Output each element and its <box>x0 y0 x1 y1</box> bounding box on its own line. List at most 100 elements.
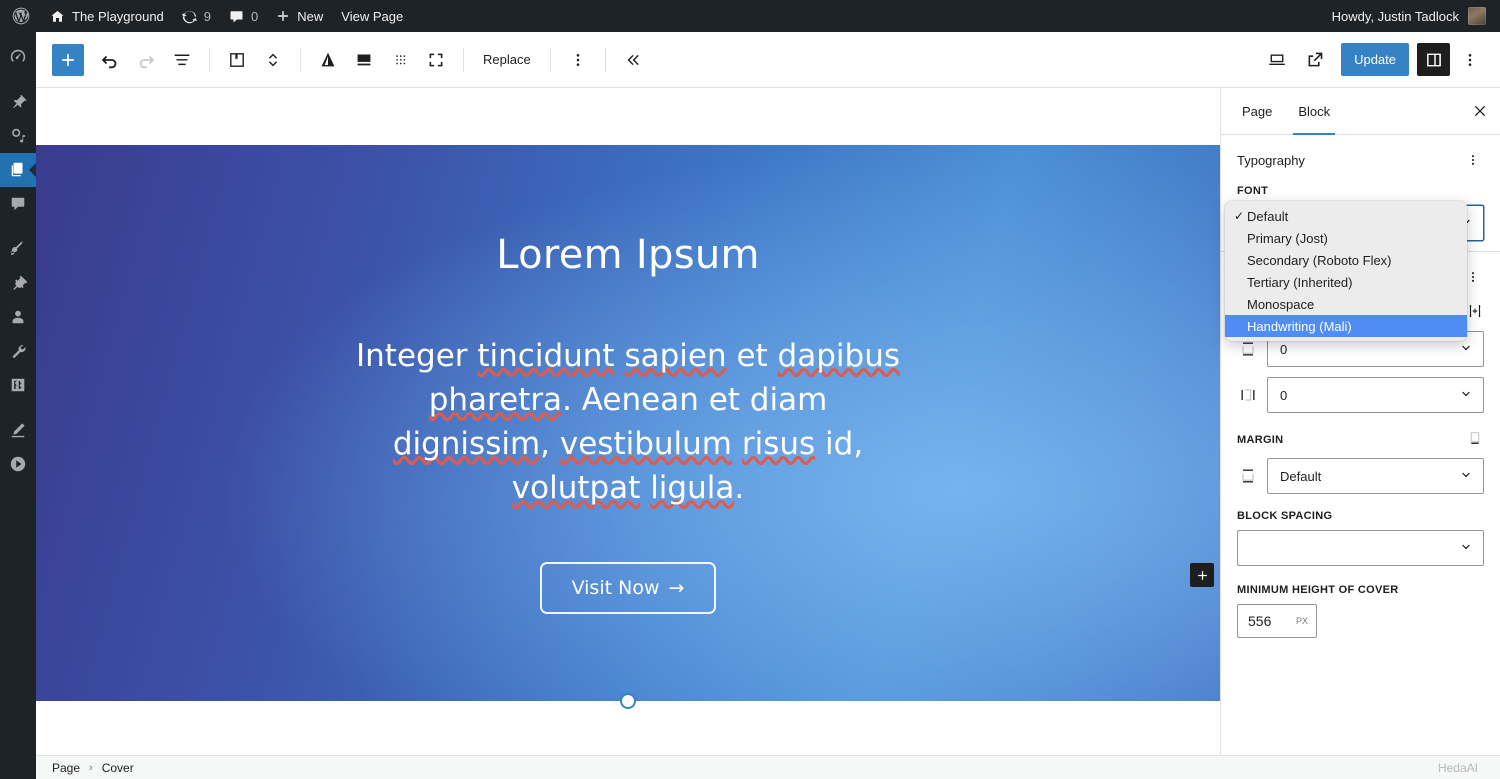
typography-title: Typography <box>1237 153 1305 168</box>
paragraph-text: Integer <box>356 338 477 374</box>
font-option-1[interactable]: Primary (Jost) <box>1225 227 1467 249</box>
padding-horizontal-select[interactable]: 0 <box>1267 377 1484 413</box>
view-page-label: View Page <box>341 9 403 24</box>
comments-menu[interactable]: 0 <box>220 0 267 32</box>
pencil-icon <box>9 421 27 439</box>
play-circle-icon <box>9 455 27 473</box>
chevron-down-icon <box>1457 385 1475 406</box>
font-dropdown-menu[interactable]: ✓DefaultPrimary (Jost) Secondary (Roboto … <box>1225 201 1467 341</box>
redo-button[interactable] <box>128 42 164 78</box>
breadcrumb-cover[interactable]: Cover <box>102 761 134 775</box>
new-content-menu[interactable]: New <box>267 0 332 32</box>
font-option-label: Monospace <box>1247 297 1314 312</box>
content-position-button[interactable] <box>346 42 382 78</box>
sidebar-item-plugins[interactable] <box>0 266 36 300</box>
paragraph-text: . <box>734 470 744 506</box>
paragraph-text: . Aenean et diam <box>562 382 827 418</box>
drag-handle-button[interactable] <box>382 42 418 78</box>
view-device-button[interactable] <box>1259 42 1295 78</box>
sidebar-item-settings[interactable] <box>0 368 36 402</box>
margin-top-icon[interactable] <box>1466 429 1484 450</box>
min-height-input[interactable]: 556 PX <box>1237 604 1317 638</box>
updates-menu[interactable]: 9 <box>173 0 220 32</box>
arrow-right-icon: → <box>668 577 684 599</box>
sidebar-item-editor[interactable] <box>0 413 36 447</box>
editor-canvas[interactable]: Lorem Ipsum Integer tincidunt sapien et … <box>36 88 1220 755</box>
preview-new-tab-button[interactable] <box>1297 42 1333 78</box>
breadcrumb-page[interactable]: Page <box>52 761 80 775</box>
chevron-down-icon <box>1457 538 1475 559</box>
update-button[interactable]: Update <box>1341 43 1409 76</box>
tab-page[interactable]: Page <box>1229 88 1285 134</box>
pin-icon <box>9 93 27 111</box>
site-name-menu[interactable]: The Playground <box>41 0 173 32</box>
sidebar-item-dashboard[interactable] <box>0 40 36 74</box>
tab-block[interactable]: Block <box>1285 88 1343 134</box>
block-inserter-button[interactable] <box>52 44 84 76</box>
wordpress-logo-icon <box>11 6 31 26</box>
close-sidebar-button[interactable] <box>1460 88 1500 134</box>
typography-options-button[interactable] <box>1462 149 1484 171</box>
visit-now-button[interactable]: Visit Now → <box>540 562 717 614</box>
spellcheck-word: ligula <box>650 470 734 506</box>
cover-resize-handle[interactable] <box>620 693 636 709</box>
replace-button[interactable]: Replace <box>473 44 541 76</box>
external-link-icon <box>1304 49 1326 71</box>
settings-sidebar-toggle[interactable] <box>1417 43 1450 76</box>
double-chevron-left-icon <box>622 49 644 71</box>
spellcheck-word: sapien <box>624 338 726 374</box>
chevron-down-icon <box>1457 466 1475 487</box>
sidebar-item-tools[interactable] <box>0 334 36 368</box>
sidebar-item-player[interactable] <box>0 447 36 481</box>
chevron-up-down-icon <box>262 49 284 71</box>
margin-row: Default <box>1237 458 1484 494</box>
wordpress-logo-button[interactable] <box>0 0 41 32</box>
cover-block-icon <box>226 49 248 71</box>
font-option-4[interactable]: Monospace <box>1225 293 1467 315</box>
padding-sides-icon[interactable] <box>1466 302 1484 323</box>
sidebar-item-pages[interactable] <box>0 153 36 187</box>
desktop-icon <box>1266 49 1288 71</box>
margin-select[interactable]: Default <box>1267 458 1484 494</box>
change-alignment-button[interactable] <box>310 42 346 78</box>
sidebar-item-appearance[interactable] <box>0 232 36 266</box>
fullscreen-icon <box>425 49 447 71</box>
block-movers-button[interactable] <box>255 42 291 78</box>
block-options-button[interactable] <box>560 42 596 78</box>
toggle-full-height-button[interactable] <box>418 42 454 78</box>
font-option-5[interactable]: Handwriting (Mali) <box>1225 315 1467 337</box>
undo-button[interactable] <box>92 42 128 78</box>
font-option-0[interactable]: ✓Default <box>1225 205 1467 227</box>
view-page-link[interactable]: View Page <box>332 0 412 32</box>
site-name-label: The Playground <box>72 9 164 24</box>
font-option-2[interactable]: Secondary (Roboto Flex) <box>1225 249 1467 271</box>
cover-title[interactable]: Lorem Ipsum <box>496 232 760 278</box>
cover-paragraph[interactable]: Integer tincidunt sapien et dapibus phar… <box>348 334 908 510</box>
font-option-label: Default <box>1247 209 1288 224</box>
document-overview-button[interactable] <box>164 42 200 78</box>
updates-count: 9 <box>204 9 211 24</box>
my-account-menu[interactable]: Howdy, Justin Tadlock <box>1332 7 1500 25</box>
block-spacing-select[interactable] <box>1237 530 1484 566</box>
paragraph-text: et <box>727 338 778 374</box>
breadcrumb-bar: Page › Cover HedaAI <box>36 755 1500 779</box>
block-appender-button[interactable] <box>1190 563 1214 587</box>
settings-sidebar: Page Block Typography FONT Default ✓Defa… <box>1220 88 1500 755</box>
editor-options-button[interactable] <box>1452 42 1488 78</box>
editor-actions: Update <box>1259 42 1488 78</box>
font-option-label: Secondary (Roboto Flex) <box>1247 253 1392 268</box>
plug-icon <box>9 274 27 292</box>
sidebar-item-comments[interactable] <box>0 187 36 221</box>
sidebar-item-users[interactable] <box>0 300 36 334</box>
sidebar-item-media[interactable] <box>0 119 36 153</box>
font-option-3[interactable]: Tertiary (Inherited) <box>1225 271 1467 293</box>
plus-icon <box>1195 568 1210 583</box>
collapse-toolbar-button[interactable] <box>615 42 651 78</box>
sidebar-item-posts[interactable] <box>0 85 36 119</box>
toolbar-divider <box>209 48 210 72</box>
paragraph-text <box>640 470 650 506</box>
user-icon <box>9 308 27 326</box>
cover-block[interactable]: Lorem Ipsum Integer tincidunt sapien et … <box>36 145 1220 701</box>
block-type-button[interactable] <box>219 42 255 78</box>
comments-count: 0 <box>251 9 258 24</box>
